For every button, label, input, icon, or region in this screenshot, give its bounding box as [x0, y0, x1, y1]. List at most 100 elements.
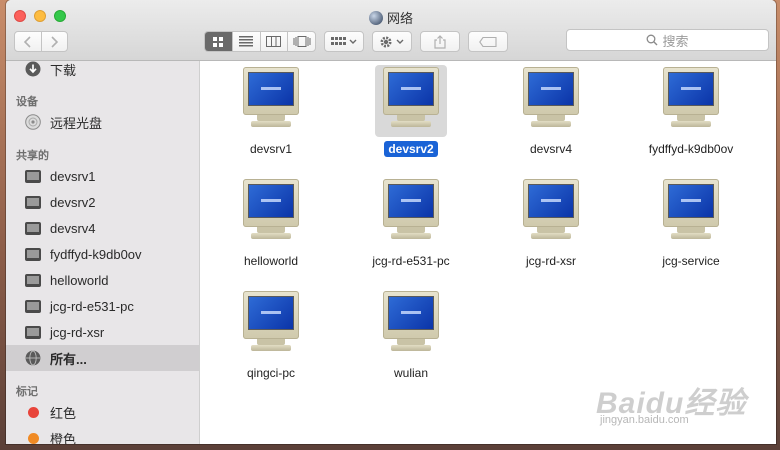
monitor-icon	[24, 193, 42, 211]
computer-icon	[375, 289, 447, 361]
sidebar-item-devsrv4[interactable]: devsrv4	[6, 215, 199, 241]
share-button[interactable]	[420, 31, 460, 52]
sidebar-item-label: devsrv1	[50, 168, 96, 184]
monitor-icon	[24, 323, 42, 341]
monitor-icon	[24, 167, 42, 185]
network-item-jcg-rd-e531-pc[interactable]: jcg-rd-e531-pc	[341, 177, 481, 277]
sidebar: 下载 设备 远程光盘 共享的 devsrv1 devsrv2 devsrv4 f…	[6, 61, 200, 444]
network-item-devsrv1[interactable]: devsrv1	[201, 65, 341, 165]
network-item-qingci-pc[interactable]: qingci-pc	[201, 289, 341, 389]
column-view-button[interactable]	[259, 32, 288, 51]
globe-icon	[24, 349, 42, 367]
finder-window: 网络 搜索 下载 设备 远程光盘 共享的 devsrv1 devsrv2 dev…	[6, 0, 776, 444]
window-title-text: 网络	[386, 11, 413, 26]
monitor-icon	[24, 219, 42, 237]
computer-icon	[515, 177, 587, 249]
sidebar-item-devsrv2[interactable]: devsrv2	[6, 189, 199, 215]
network-item-wulian[interactable]: wulian	[341, 289, 481, 389]
sidebar-item-jcg-rd-xsr[interactable]: jcg-rd-xsr	[6, 319, 199, 345]
sidebar-item-downloads[interactable]: 下载	[6, 61, 199, 82]
computer-icon	[655, 177, 727, 249]
gear-icon	[380, 36, 404, 47]
toolbar: 网络 搜索	[6, 0, 776, 61]
monitor-icon	[24, 297, 42, 315]
search-field[interactable]: 搜索	[566, 29, 769, 51]
columns-icon	[266, 36, 282, 47]
sidebar-item-label: 远程光盘	[50, 115, 103, 131]
tag-dot-icon	[24, 429, 42, 444]
sidebar-item-tag-orange[interactable]: 橙色	[6, 425, 199, 444]
computer-icon	[375, 177, 447, 249]
item-label: devsrv1	[249, 142, 293, 156]
coverflow-icon	[293, 36, 311, 47]
sidebar-item-label: 红色	[50, 405, 77, 421]
network-item-jcg-service[interactable]: jcg-service	[621, 177, 761, 277]
sidebar-item-tag-red[interactable]: 红色	[6, 399, 199, 425]
list-icon	[239, 36, 254, 47]
sidebar-item-label: jcg-rd-xsr	[50, 324, 105, 340]
tag-icon	[479, 36, 497, 47]
item-label: jcg-rd-e531-pc	[372, 254, 450, 268]
network-item-jcg-rd-xsr[interactable]: jcg-rd-xsr	[481, 177, 621, 277]
icon-view-button[interactable]	[205, 32, 232, 51]
tag-dot-icon	[24, 403, 42, 421]
sidebar-item-helloworld[interactable]: helloworld	[6, 267, 199, 293]
item-label: fydffyd-k9db0ov	[648, 142, 734, 156]
sidebar-item-label: helloworld	[50, 272, 109, 288]
sidebar-item-remote-disc[interactable]: 远程光盘	[6, 109, 199, 135]
computer-icon	[235, 289, 307, 361]
search-icon	[647, 34, 658, 46]
chevron-left-icon	[23, 35, 31, 48]
sidebar-section-devices: 设备	[16, 96, 38, 108]
globe-icon	[368, 11, 383, 25]
item-label: jcg-service	[662, 254, 720, 268]
file-grid: devsrv1 devsrv2 devsrv4 fydffyd-k9db0ov …	[200, 61, 776, 444]
arrange-button[interactable]	[324, 31, 364, 52]
network-item-devsrv4[interactable]: devsrv4	[481, 65, 621, 165]
forward-button[interactable]	[40, 32, 68, 51]
nav-buttons	[14, 31, 68, 52]
coverflow-view-button[interactable]	[287, 32, 315, 51]
item-label: devsrv4	[529, 142, 573, 156]
sidebar-item-label: jcg-rd-e531-pc	[50, 298, 134, 314]
sidebar-section-tags: 标记	[16, 386, 38, 398]
icon-grid-icon	[213, 36, 224, 47]
sidebar-item-all[interactable]: 所有...	[6, 345, 199, 371]
tag-button[interactable]	[468, 31, 508, 52]
sidebar-item-jcg-rd-e531-pc[interactable]: jcg-rd-e531-pc	[6, 293, 199, 319]
item-label: qingci-pc	[246, 366, 296, 380]
computer-icon	[235, 177, 307, 249]
share-icon	[434, 34, 446, 49]
computer-icon	[515, 65, 587, 137]
sidebar-item-label: 所有...	[50, 351, 87, 367]
arrange-icon	[331, 36, 357, 45]
computer-icon	[375, 65, 447, 137]
chevron-right-icon	[51, 35, 59, 48]
sidebar-item-label: 橙色	[50, 431, 77, 445]
item-label: devsrv2	[384, 141, 438, 157]
item-label: helloworld	[243, 254, 299, 268]
monitor-icon	[24, 271, 42, 289]
sidebar-item-label: fydffyd-k9db0ov	[50, 246, 142, 262]
sidebar-item-fydffyd-k9db0ov[interactable]: fydffyd-k9db0ov	[6, 241, 199, 267]
view-mode-buttons	[204, 31, 316, 52]
sidebar-item-label: devsrv4	[50, 220, 96, 236]
item-label: wulian	[393, 366, 429, 380]
monitor-icon	[24, 245, 42, 263]
network-item-helloworld[interactable]: helloworld	[201, 177, 341, 277]
network-item-fydffyd-k9db0ov[interactable]: fydffyd-k9db0ov	[621, 65, 761, 165]
action-button[interactable]	[372, 31, 412, 52]
list-view-button[interactable]	[231, 32, 260, 51]
network-item-devsrv2[interactable]: devsrv2	[341, 65, 481, 165]
disc-icon	[24, 113, 42, 131]
search-placeholder: 搜索	[662, 33, 689, 49]
item-label: jcg-rd-xsr	[526, 254, 576, 268]
sidebar-item-label: devsrv2	[50, 194, 96, 210]
sidebar-item-label: 下载	[50, 62, 77, 78]
sidebar-section-shared: 共享的	[16, 150, 49, 162]
sidebar-item-devsrv1[interactable]: devsrv1	[6, 163, 199, 189]
computer-icon	[655, 65, 727, 137]
back-button[interactable]	[15, 32, 41, 51]
window-title: 网络	[6, 8, 776, 27]
computer-icon	[235, 65, 307, 137]
